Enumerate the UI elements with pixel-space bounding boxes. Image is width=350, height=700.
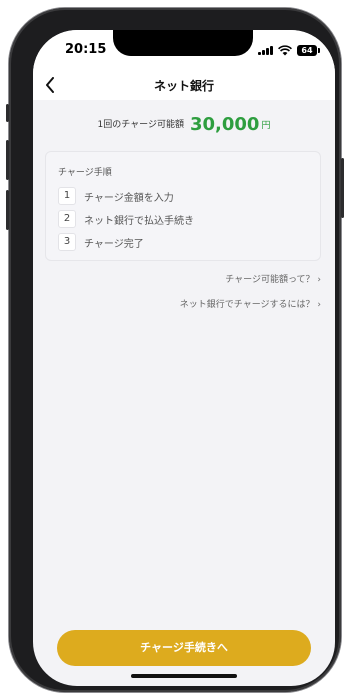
volume-up-button	[6, 140, 9, 180]
charge-limit-label: 1回のチャージ可能額	[97, 120, 184, 130]
mute-switch	[6, 104, 9, 122]
charge-limit: 1回のチャージ可能額 30,000 円	[33, 114, 335, 135]
step-text: チャージ金額を入力	[84, 192, 174, 204]
status-icons: 64	[258, 44, 320, 56]
status-time: 20:15	[65, 42, 107, 57]
home-indicator	[131, 674, 237, 678]
volume-down-button	[6, 190, 9, 230]
charge-limit-unit: 円	[261, 121, 271, 131]
notch	[113, 30, 253, 56]
screen: 20:15 64 ネット銀行 1回のチャージ可能額 30,000 円 チャージ手…	[33, 30, 335, 686]
navigation-bar: ネット銀行	[33, 74, 335, 100]
step-number: 2	[58, 210, 76, 228]
step-text: ネット銀行で払込手続き	[84, 215, 194, 227]
cellular-signal-icon	[258, 45, 273, 55]
status-bar: 20:15 64	[33, 30, 335, 74]
power-button	[341, 158, 344, 218]
proceed-to-charge-button[interactable]: チャージ手続きへ	[57, 630, 311, 666]
steps-title: チャージ手順	[58, 168, 112, 178]
step-text: チャージ完了	[84, 238, 144, 250]
step-item: 2 ネット銀行で払込手続き	[58, 210, 194, 228]
page-title: ネット銀行	[153, 79, 214, 93]
step-item: 3 チャージ完了	[58, 233, 144, 251]
charge-limit-help-link[interactable]: チャージ可能額って？ ›	[225, 272, 321, 285]
phone-frame: 20:15 64 ネット銀行 1回のチャージ可能額 30,000 円 チャージ手…	[6, 8, 344, 692]
charge-steps-card: チャージ手順 1 チャージ金額を入力 2 ネット銀行で払込手続き 3 チャージ完…	[45, 151, 321, 261]
wifi-icon	[278, 44, 292, 55]
bank-charge-help-link[interactable]: ネット銀行でチャージするには？ ›	[180, 297, 321, 310]
step-number: 3	[58, 233, 76, 251]
step-number: 1	[58, 187, 76, 205]
charge-limit-amount: 30,000	[189, 114, 260, 135]
battery-icon: 64	[297, 44, 320, 56]
step-item: 1 チャージ金額を入力	[58, 187, 174, 205]
